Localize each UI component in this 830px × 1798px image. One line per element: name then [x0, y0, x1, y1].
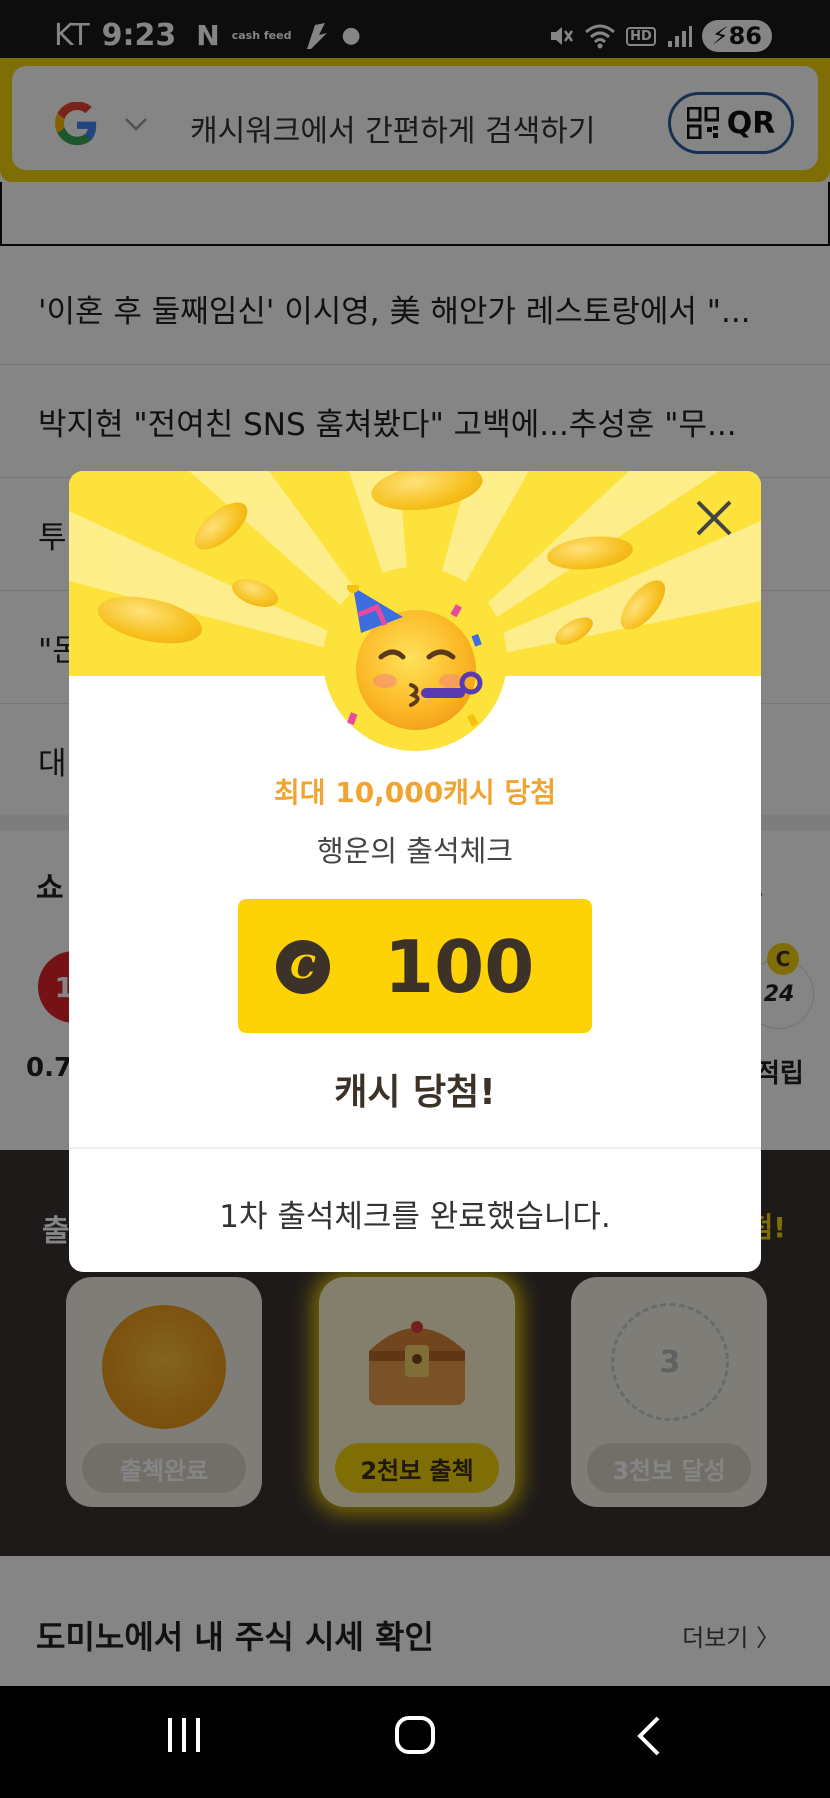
back-icon[interactable] [634, 1714, 664, 1758]
cash-coin-letter: C [290, 948, 316, 986]
recent-apps-icon[interactable] [166, 1714, 202, 1758]
home-icon[interactable] [394, 1714, 436, 1758]
cash-amount: 100 [384, 925, 535, 1009]
completion-message: 1차 출석체크를 완료했습니다. [219, 1199, 611, 1235]
close-icon[interactable] [693, 497, 735, 539]
system-nav-bar [0, 1686, 830, 1798]
modal-description: 행운의 출석체크 [317, 834, 513, 868]
max-reward-subtitle: 최대 10,000캐시 당첨 [273, 776, 557, 809]
cash-amount-box: C 100 [238, 899, 592, 1033]
party-face-icon [347, 585, 483, 730]
cash-coin-icon: C [276, 940, 330, 994]
modal-divider [69, 1147, 761, 1149]
win-message: 캐시 당첨! [334, 1072, 496, 1113]
attendance-reward-modal: 최대 10,000캐시 당첨 행운의 출석체크 C 100 캐시 당첨! 1차 … [69, 471, 761, 1272]
